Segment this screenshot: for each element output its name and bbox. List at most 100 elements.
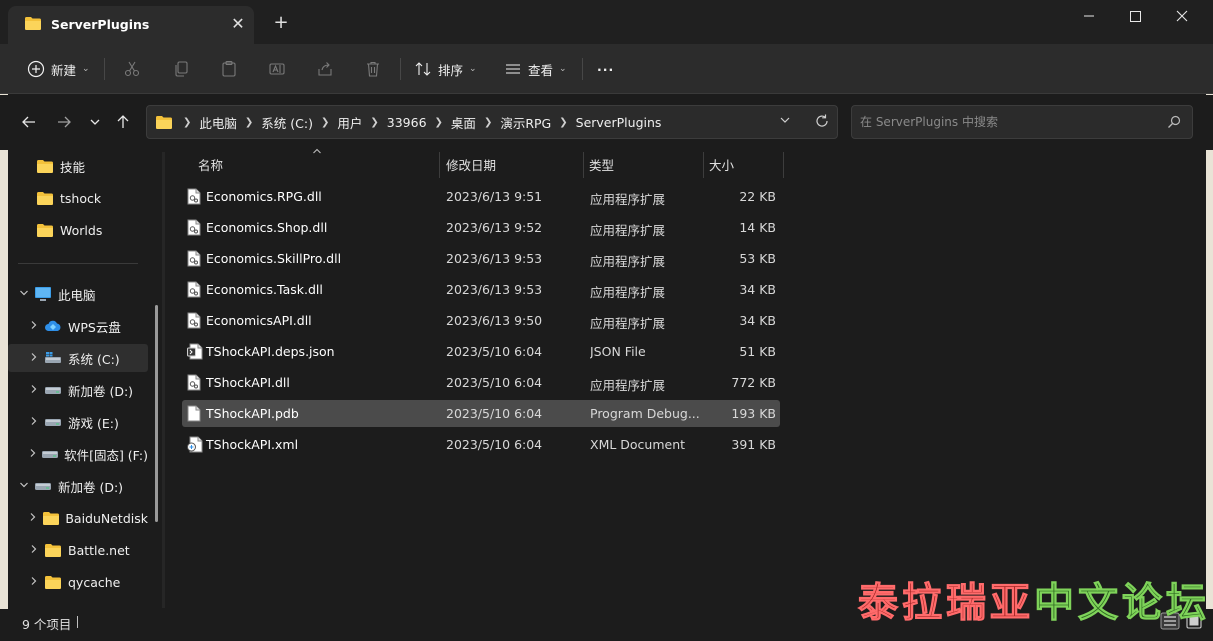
- address-bar[interactable]: ❯ 此电脑 ❯ 系统 (C:) ❯ 用户 ❯ 33966 ❯ 桌面 ❯ 演示RP…: [146, 105, 838, 139]
- sidebar-scrollbar-thumb[interactable]: [155, 305, 158, 522]
- recent-locations-button[interactable]: [84, 111, 106, 133]
- refresh-icon[interactable]: [814, 113, 830, 132]
- new-tab-button[interactable]: +: [271, 13, 291, 33]
- column-divider[interactable]: [439, 152, 440, 178]
- file-row[interactable]: Economics.Task.dll 2023/6/13 9:53 应用程序扩展 34…: [182, 276, 780, 303]
- file-type: JSON File: [590, 344, 646, 359]
- file-row[interactable]: Economics.Shop.dll 2023/6/13 9:52 应用程序扩展 14…: [182, 214, 780, 241]
- column-header-size[interactable]: 大小: [709, 150, 734, 178]
- sidebar-item-qycache[interactable]: qycache: [8, 568, 148, 596]
- address-history-chevron-icon[interactable]: [779, 114, 791, 129]
- file-row[interactable]: Economics.RPG.dll 2023/6/13 9:51 应用程序扩展 22 …: [182, 183, 780, 210]
- sidebar-item-label: 此电脑: [58, 287, 96, 303]
- forward-button[interactable]: [53, 111, 75, 133]
- column-header-type[interactable]: 类型: [589, 150, 614, 178]
- chevron-down-icon[interactable]: [16, 480, 32, 493]
- paste-button[interactable]: [220, 56, 238, 82]
- chevron-right-icon[interactable]: [26, 352, 42, 365]
- sidebar-item-system-c-drive[interactable]: 系统 (C:): [8, 344, 148, 372]
- file-row[interactable]: TShockAPI.xml 2023/5/10 6:04 XML Document 3…: [182, 431, 780, 458]
- breadcrumb-item[interactable]: ServerPlugins: [572, 115, 666, 130]
- sidebar-item-games-e[interactable]: 游戏 (E:): [8, 408, 148, 436]
- column-divider[interactable]: [703, 152, 704, 178]
- breadcrumb-item[interactable]: 用户: [333, 113, 366, 132]
- view-button[interactable]: 查看 ⌄: [504, 56, 567, 82]
- breadcrumb-separator-icon[interactable]: ❯: [179, 117, 195, 128]
- file-date: 2023/5/10 6:04: [446, 344, 543, 359]
- sidebar-item-skills-folder[interactable]: 技能: [8, 152, 148, 180]
- file-size: 22 KB: [739, 189, 776, 204]
- cut-button[interactable]: [123, 56, 141, 82]
- search-box[interactable]: [851, 105, 1193, 139]
- arrow-left-icon: [21, 114, 37, 130]
- copy-icon: [172, 60, 190, 78]
- drive-icon: [42, 384, 64, 396]
- sidebar-item-new-volume-d-root[interactable]: 新加卷 (D:): [8, 472, 148, 500]
- breadcrumb-separator-icon[interactable]: ❯: [241, 117, 257, 128]
- column-divider[interactable]: [583, 152, 584, 178]
- chevron-right-icon[interactable]: [26, 448, 40, 461]
- sidebar-item-baidunetdisk[interactable]: BaiduNetdisk: [8, 504, 148, 532]
- chevron-right-icon[interactable]: [26, 416, 42, 429]
- file-row[interactable]: TShockAPI.pdb 2023/5/10 6:04 Program Debug…: [182, 400, 780, 427]
- breadcrumb-item[interactable]: 此电脑: [195, 113, 241, 132]
- breadcrumb-item[interactable]: 桌面: [447, 113, 480, 132]
- breadcrumb: ❯ 此电脑 ❯ 系统 (C:) ❯ 用户 ❯ 33966 ❯ 桌面 ❯ 演示RP…: [155, 106, 665, 138]
- file-name: Economics.SkillPro.dll: [206, 251, 342, 266]
- plus-circle-icon: [27, 60, 45, 78]
- file-date: 2023/6/13 9:53: [446, 282, 543, 297]
- minimize-button[interactable]: [1066, 5, 1112, 27]
- file-row[interactable]: TShockAPI.deps.json 2023/5/10 6:04 JSON Fi…: [182, 338, 780, 365]
- computer-icon: [32, 286, 54, 302]
- sidebar-item-battle-net[interactable]: Battle.net: [8, 536, 148, 564]
- file-type: 应用程序扩展: [590, 223, 666, 238]
- copy-button[interactable]: [172, 56, 190, 82]
- file-date: 2023/5/10 6:04: [446, 437, 543, 452]
- search-icon[interactable]: [1166, 114, 1182, 133]
- chevron-right-icon[interactable]: [26, 384, 42, 397]
- breadcrumb-separator-icon[interactable]: ❯: [366, 117, 382, 128]
- breadcrumb-item[interactable]: 系统 (C:): [257, 113, 317, 132]
- column-header-name[interactable]: 名称: [198, 150, 223, 178]
- chevron-right-icon[interactable]: [26, 544, 42, 557]
- more-options-button[interactable]: ···: [597, 56, 614, 82]
- back-button[interactable]: [18, 111, 40, 133]
- sidebar-item-software-f[interactable]: 软件[固态] (F:): [8, 440, 148, 468]
- tab-serverplugins[interactable]: ServerPlugins ✕: [8, 6, 254, 44]
- arrow-right-icon: [56, 114, 72, 130]
- sidebar-item-tshock-folder[interactable]: tshock: [8, 184, 148, 212]
- sidebar-item-wps-cloud[interactable]: WPS云盘: [8, 312, 148, 340]
- folder-icon: [24, 16, 42, 31]
- breadcrumb-separator-icon[interactable]: ❯: [317, 117, 333, 128]
- breadcrumb-item[interactable]: 33966: [383, 115, 431, 130]
- new-button[interactable]: 新建 ⌄: [27, 56, 90, 82]
- sort-ascending-icon: [312, 147, 322, 158]
- background-window-text: [0, 628, 860, 641]
- sort-button[interactable]: 排序 ⌄: [414, 56, 477, 82]
- folder-icon: [34, 159, 56, 174]
- chevron-down-icon[interactable]: [16, 288, 32, 301]
- up-button[interactable]: [112, 111, 134, 133]
- chevron-right-icon[interactable]: [26, 576, 42, 589]
- breadcrumb-separator-icon[interactable]: ❯: [555, 117, 571, 128]
- sidebar-item-worlds-folder[interactable]: Worlds: [8, 216, 148, 244]
- delete-button[interactable]: [364, 56, 382, 82]
- close-window-button[interactable]: [1159, 5, 1205, 27]
- breadcrumb-separator-icon[interactable]: ❯: [480, 117, 496, 128]
- sidebar-item-this-pc[interactable]: 此电脑: [8, 280, 148, 308]
- breadcrumb-item[interactable]: 演示RPG: [496, 113, 555, 132]
- file-row[interactable]: TShockAPI.dll 2023/5/10 6:04 应用程序扩展 772 KB: [182, 369, 780, 396]
- sidebar-item-new-volume-d[interactable]: 新加卷 (D:): [8, 376, 148, 404]
- file-row[interactable]: EconomicsAPI.dll 2023/6/13 9:50 应用程序扩展 34 K…: [182, 307, 780, 334]
- breadcrumb-separator-icon[interactable]: ❯: [431, 117, 447, 128]
- rename-button[interactable]: [268, 56, 286, 82]
- search-input[interactable]: [860, 113, 1150, 131]
- file-row[interactable]: Economics.SkillPro.dll 2023/6/13 9:53 应用程序…: [182, 245, 780, 272]
- column-divider[interactable]: [783, 152, 784, 178]
- column-header-date[interactable]: 修改日期: [446, 150, 496, 178]
- chevron-right-icon[interactable]: [26, 512, 41, 525]
- chevron-right-icon[interactable]: [26, 320, 42, 333]
- tab-close-icon[interactable]: ✕: [229, 15, 247, 33]
- maximize-button[interactable]: [1112, 5, 1158, 27]
- share-button[interactable]: [316, 56, 334, 82]
